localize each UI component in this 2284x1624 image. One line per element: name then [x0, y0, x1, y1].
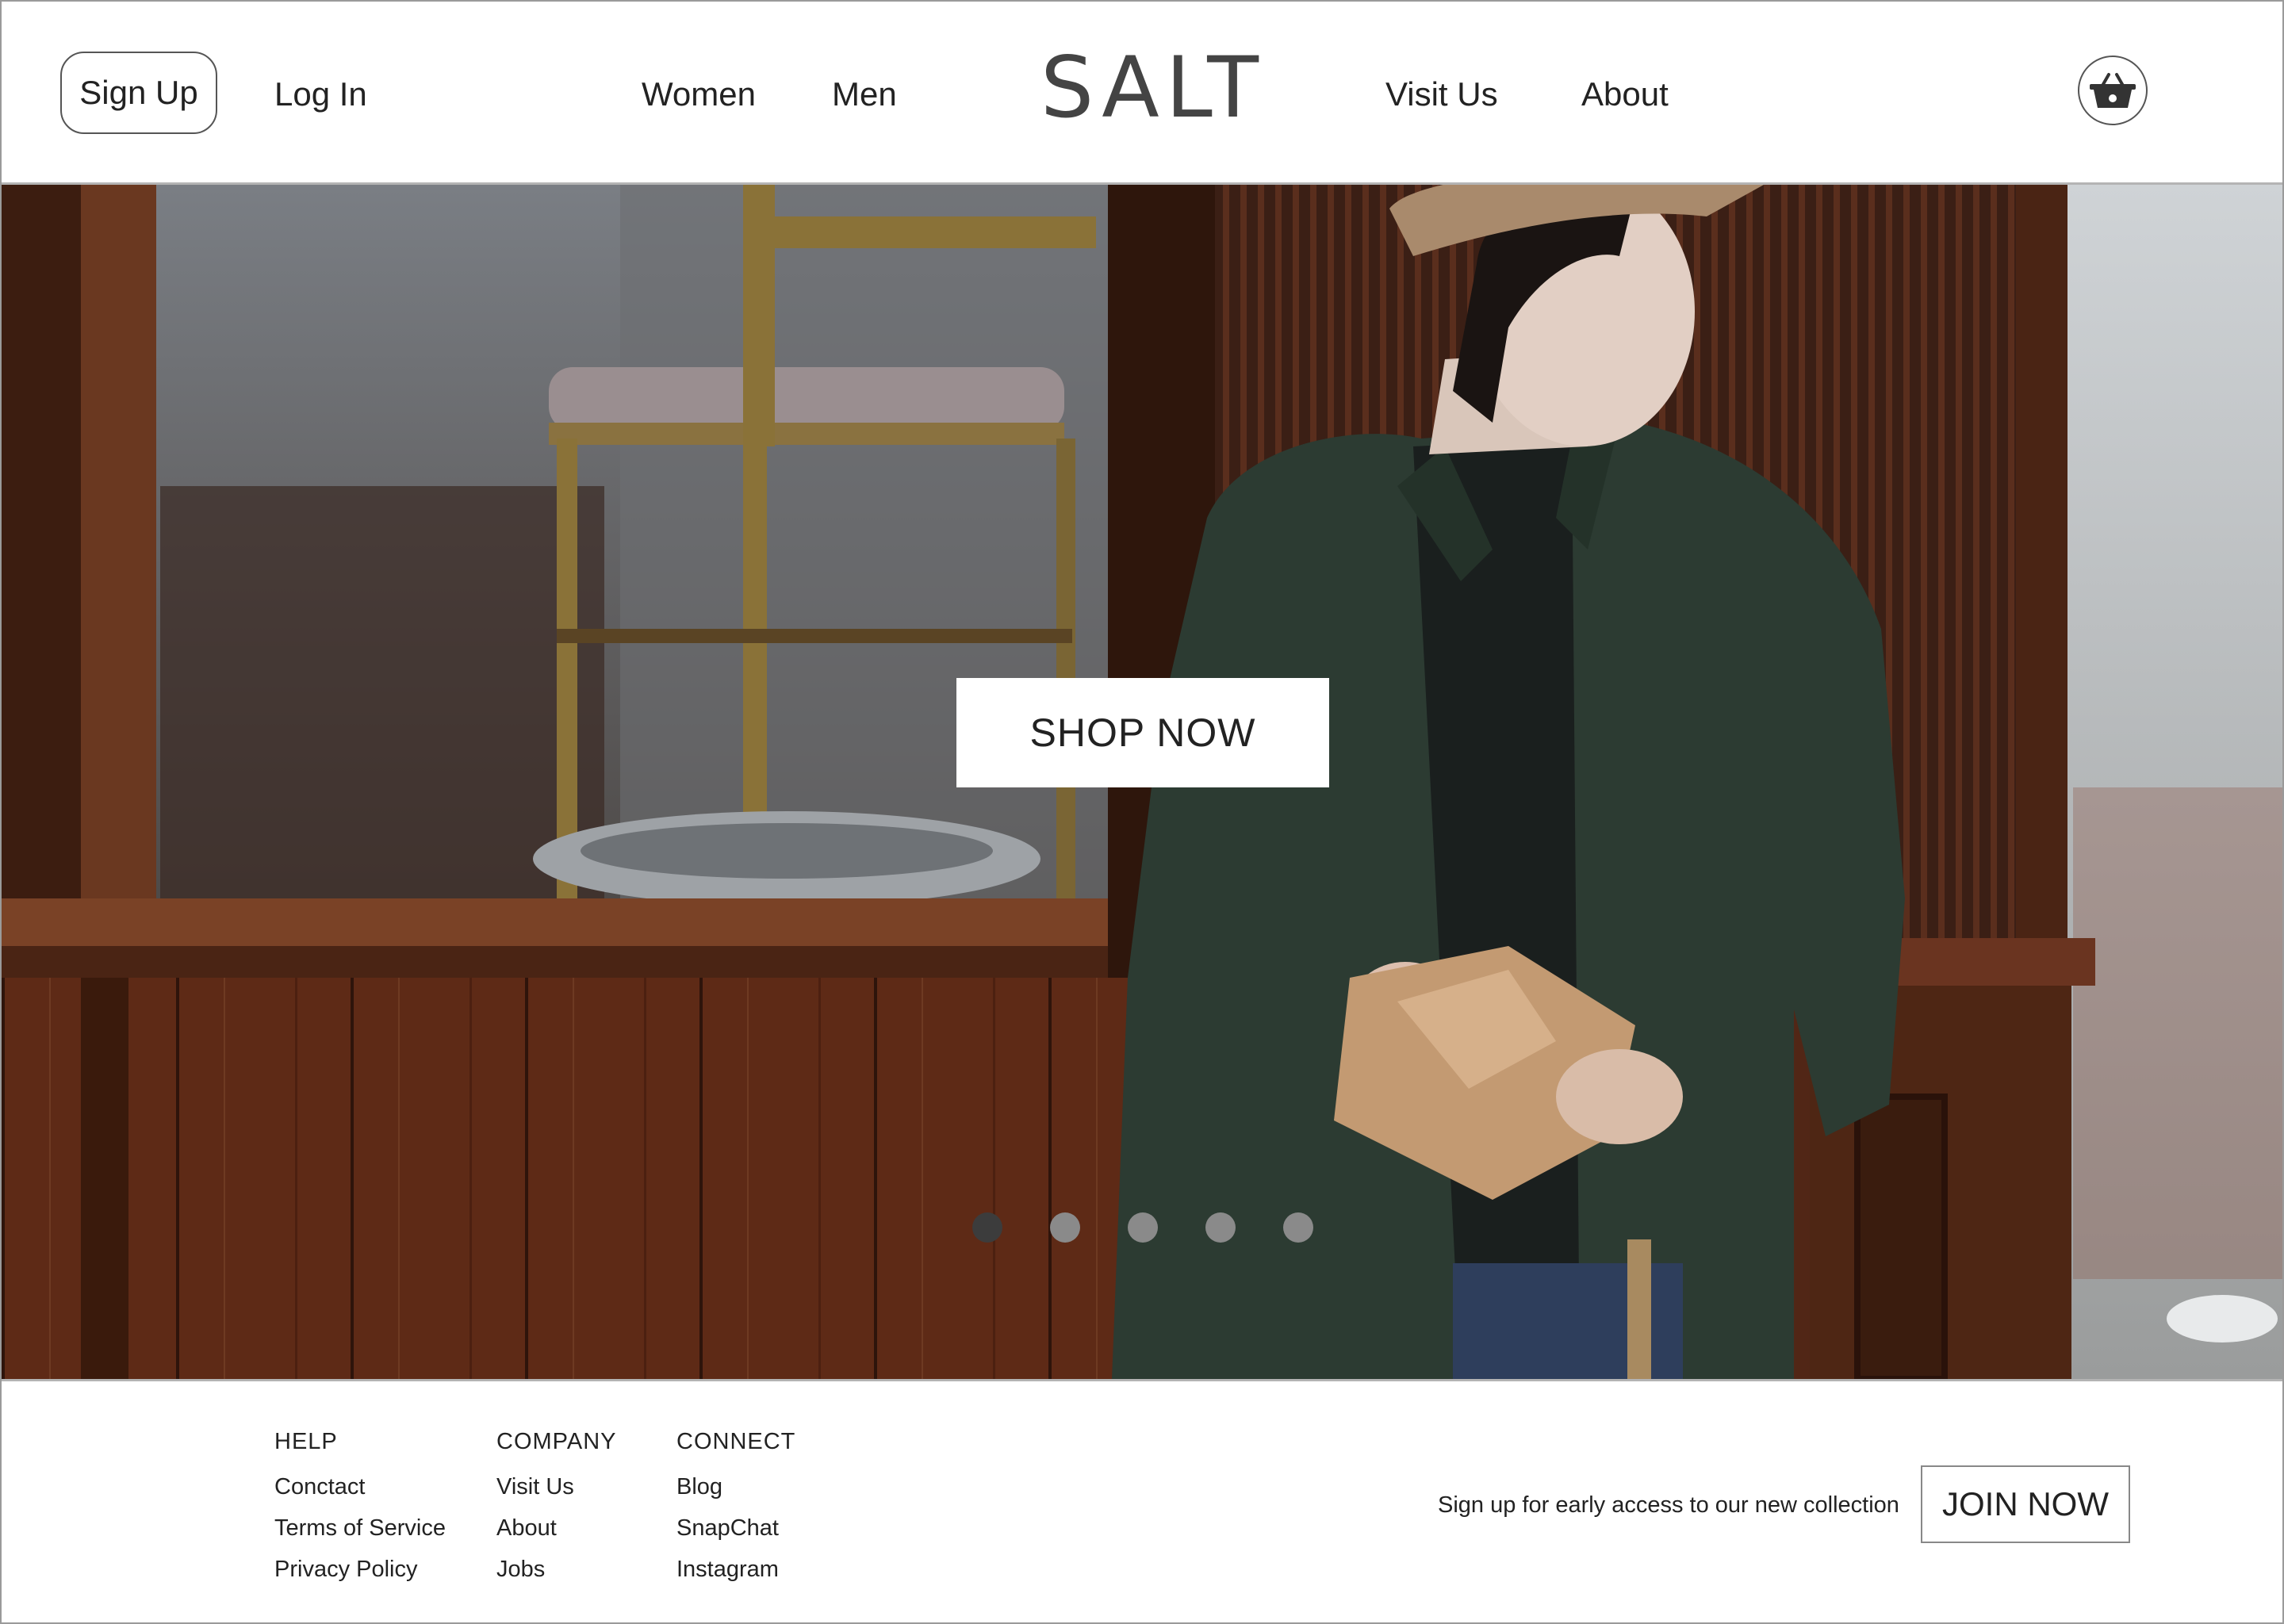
footer-column-company: COMPANY Visit Us About Jobs: [496, 1429, 616, 1598]
brand-logo[interactable]: SALT: [1040, 46, 1259, 130]
cart-button[interactable]: [2078, 56, 2148, 125]
footer-link-terms[interactable]: Terms of Service: [274, 1515, 446, 1542]
basket-icon: [2090, 73, 2136, 108]
carousel-dot-5[interactable]: [1283, 1212, 1313, 1243]
site-footer: HELP Conctact Terms of Service Privacy P…: [2, 1379, 2282, 1622]
hero-banner: SHOP NOW: [2, 185, 2282, 1379]
footer-link-blog[interactable]: Blog: [676, 1474, 795, 1500]
shop-now-button[interactable]: SHOP NOW: [956, 678, 1329, 787]
footer-link-privacy[interactable]: Privacy Policy: [274, 1557, 446, 1583]
footer-heading-help: HELP: [274, 1429, 338, 1454]
footer-column-help: HELP Conctact Terms of Service Privacy P…: [274, 1429, 446, 1598]
nav-visit-us[interactable]: Visit Us: [1385, 78, 1498, 111]
footer-heading-connect: CONNECT: [676, 1429, 796, 1454]
footer-link-contact[interactable]: Conctact: [274, 1474, 446, 1500]
sign-up-button[interactable]: Sign Up: [60, 52, 217, 134]
join-now-button[interactable]: JOIN NOW: [1921, 1465, 2130, 1543]
footer-link-about[interactable]: About: [496, 1515, 616, 1542]
footer-column-connect: CONNECT Blog SnapChat Instagram: [676, 1429, 795, 1598]
carousel-dot-2[interactable]: [1050, 1212, 1080, 1243]
carousel-dot-1[interactable]: [972, 1212, 1002, 1243]
log-in-link[interactable]: Log In: [274, 78, 367, 111]
footer-link-instagram[interactable]: Instagram: [676, 1557, 795, 1583]
footer-link-visit-us[interactable]: Visit Us: [496, 1474, 616, 1500]
carousel-dot-3[interactable]: [1128, 1212, 1158, 1243]
nav-about[interactable]: About: [1581, 78, 1669, 111]
carousel-dot-4[interactable]: [1205, 1212, 1236, 1243]
nav-men[interactable]: Men: [832, 78, 897, 111]
footer-link-snapchat[interactable]: SnapChat: [676, 1515, 795, 1542]
footer-link-jobs[interactable]: Jobs: [496, 1557, 616, 1583]
page: Sign Up Log In Women Men SALT Visit Us A…: [0, 0, 2284, 1624]
footer-heading-company: COMPANY: [496, 1429, 617, 1454]
site-header: Sign Up Log In Women Men SALT Visit Us A…: [2, 2, 2282, 185]
nav-women[interactable]: Women: [642, 78, 756, 111]
newsletter-prompt: Sign up for early access to our new coll…: [1438, 1492, 1899, 1518]
